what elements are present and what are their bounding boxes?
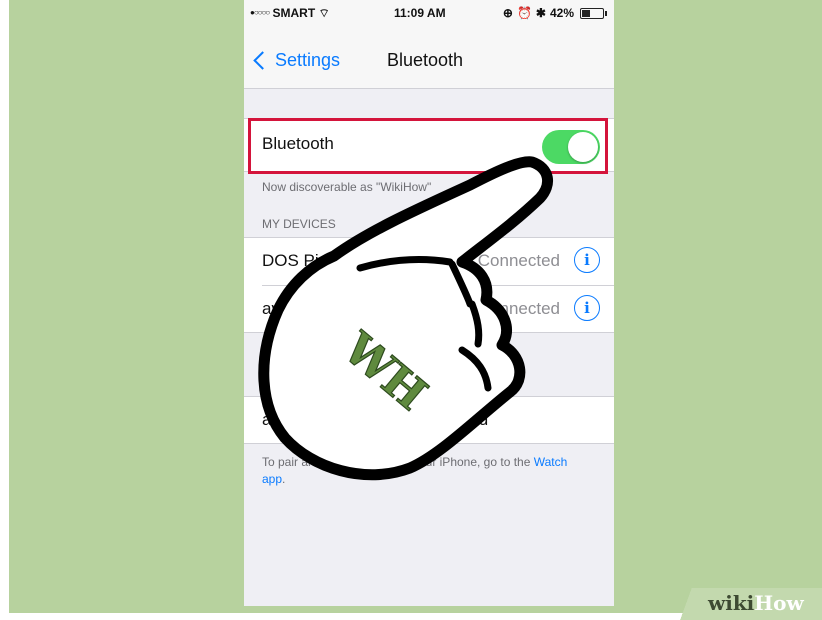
carrier-name: SMART xyxy=(272,6,316,20)
chevron-left-icon xyxy=(253,51,272,70)
device-row[interactable]: DOS Pie Not Connected i xyxy=(244,238,614,284)
highlight-box xyxy=(248,118,608,174)
my-devices-header: MY DEVICES xyxy=(262,217,336,231)
status-right: ⊕ ⏰ ✱ 42% xyxy=(502,6,607,20)
other-devices-header: DEVICES xyxy=(262,375,315,389)
device-status: Not Connected xyxy=(446,251,560,270)
device-name: avantree BTTC... xyxy=(262,299,392,318)
device-name: arcelianarriesgado's keyboard xyxy=(262,410,489,429)
carrier: ●○○○○ SMART ⌔ xyxy=(250,6,330,21)
battery-percent: 42% xyxy=(549,6,574,20)
discoverable-note: Now discoverable as "WikiHow" xyxy=(262,180,432,194)
wikihow-watermark: wikiHow xyxy=(676,588,822,620)
info-icon[interactable]: i xyxy=(574,247,600,273)
phone-screen: ●○○○○ SMART ⌔ 11:09 AM ⊕ ⏰ ✱ 42% Setting… xyxy=(244,0,614,606)
back-label: Settings xyxy=(275,50,341,70)
device-row[interactable]: arcelianarriesgado's keyboard xyxy=(244,397,614,443)
other-devices-list: arcelianarriesgado's keyboard xyxy=(244,396,614,444)
device-name: DOS Pie xyxy=(262,251,329,270)
info-icon[interactable]: i xyxy=(574,295,600,321)
alarm-icon: ⏰ xyxy=(516,6,532,20)
page-title: Bluetooth xyxy=(387,50,464,70)
my-devices-list: DOS Pie Not Connected i avantree BTTC...… xyxy=(244,237,614,333)
bluetooth-status-icon: ✱ xyxy=(535,6,546,20)
battery-icon xyxy=(580,7,607,19)
device-row[interactable]: avantree BTTC... Not Connected i xyxy=(244,286,614,332)
navigation-bar: Settings Bluetooth xyxy=(244,28,614,89)
signal-strength-icon: ●○○○○ xyxy=(250,8,270,17)
pairing-note-text: To pair an Apple Watch with your iPhone,… xyxy=(262,455,534,469)
device-status: Not Connected xyxy=(446,299,560,318)
status-bar: ●○○○○ SMART ⌔ 11:09 AM ⊕ ⏰ ✱ 42% xyxy=(244,0,614,28)
back-button[interactable]: Settings xyxy=(253,50,341,71)
location-icon: ⊕ xyxy=(502,6,513,20)
wifi-icon: ⌔ xyxy=(318,6,330,20)
pairing-note: To pair an Apple Watch with your iPhone,… xyxy=(262,454,592,488)
wikihow-logo: wikiHow xyxy=(708,591,804,615)
status-time: 11:09 AM xyxy=(394,6,446,20)
pairing-note-end: . xyxy=(282,472,286,486)
